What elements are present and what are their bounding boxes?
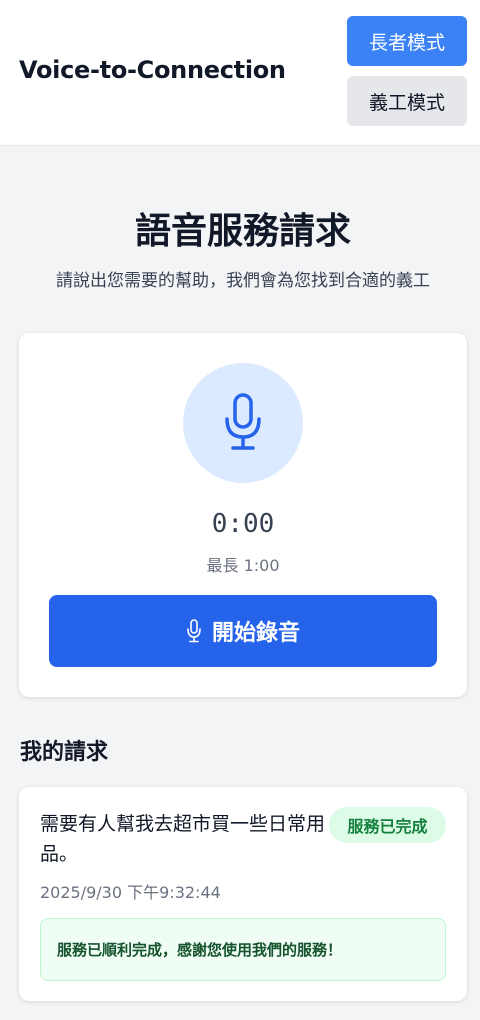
recorder-card: 0:00 最長 1:00 開始錄音	[19, 333, 467, 697]
volunteer-mode-button[interactable]: 義工模式	[347, 76, 467, 126]
page-title: 語音服務請求	[134, 211, 351, 252]
elder-mode-button[interactable]: 長者模式	[347, 16, 467, 66]
app-header: Voice-to-Connection 長者模式 義工模式	[0, 0, 480, 146]
completion-notice-text: 服務已順利完成，感謝您使用我們的服務！	[57, 941, 343, 959]
record-mic-button[interactable]	[183, 363, 303, 483]
app-title: Voice-to-Connection	[19, 56, 286, 84]
max-duration-label: 最長 1:00	[206, 556, 280, 575]
request-text: 需要有人幫我去超市買一些日常用品。	[40, 813, 326, 865]
start-recording-label: 開始錄音	[211, 621, 300, 646]
page-subtitle: 請說出您需要的幫助，我們會為您找到合適的義工	[56, 271, 430, 291]
my-requests-heading: 我的請求	[20, 740, 109, 765]
recording-timer: 0:00	[211, 509, 275, 539]
completion-notice: 服務已順利完成，感謝您使用我們的服務！	[40, 918, 446, 981]
request-timestamp: 2025/9/30 下午9:32:44	[40, 883, 221, 902]
start-recording-button[interactable]: 開始錄音	[49, 595, 437, 667]
microphone-icon	[187, 619, 201, 643]
status-badge: 服務已完成	[329, 807, 446, 843]
request-card[interactable]: 需要有人幫我去超市買一些日常用品。 服務已完成 2025/9/30 下午9:32…	[19, 787, 467, 1001]
microphone-icon	[225, 393, 261, 450]
